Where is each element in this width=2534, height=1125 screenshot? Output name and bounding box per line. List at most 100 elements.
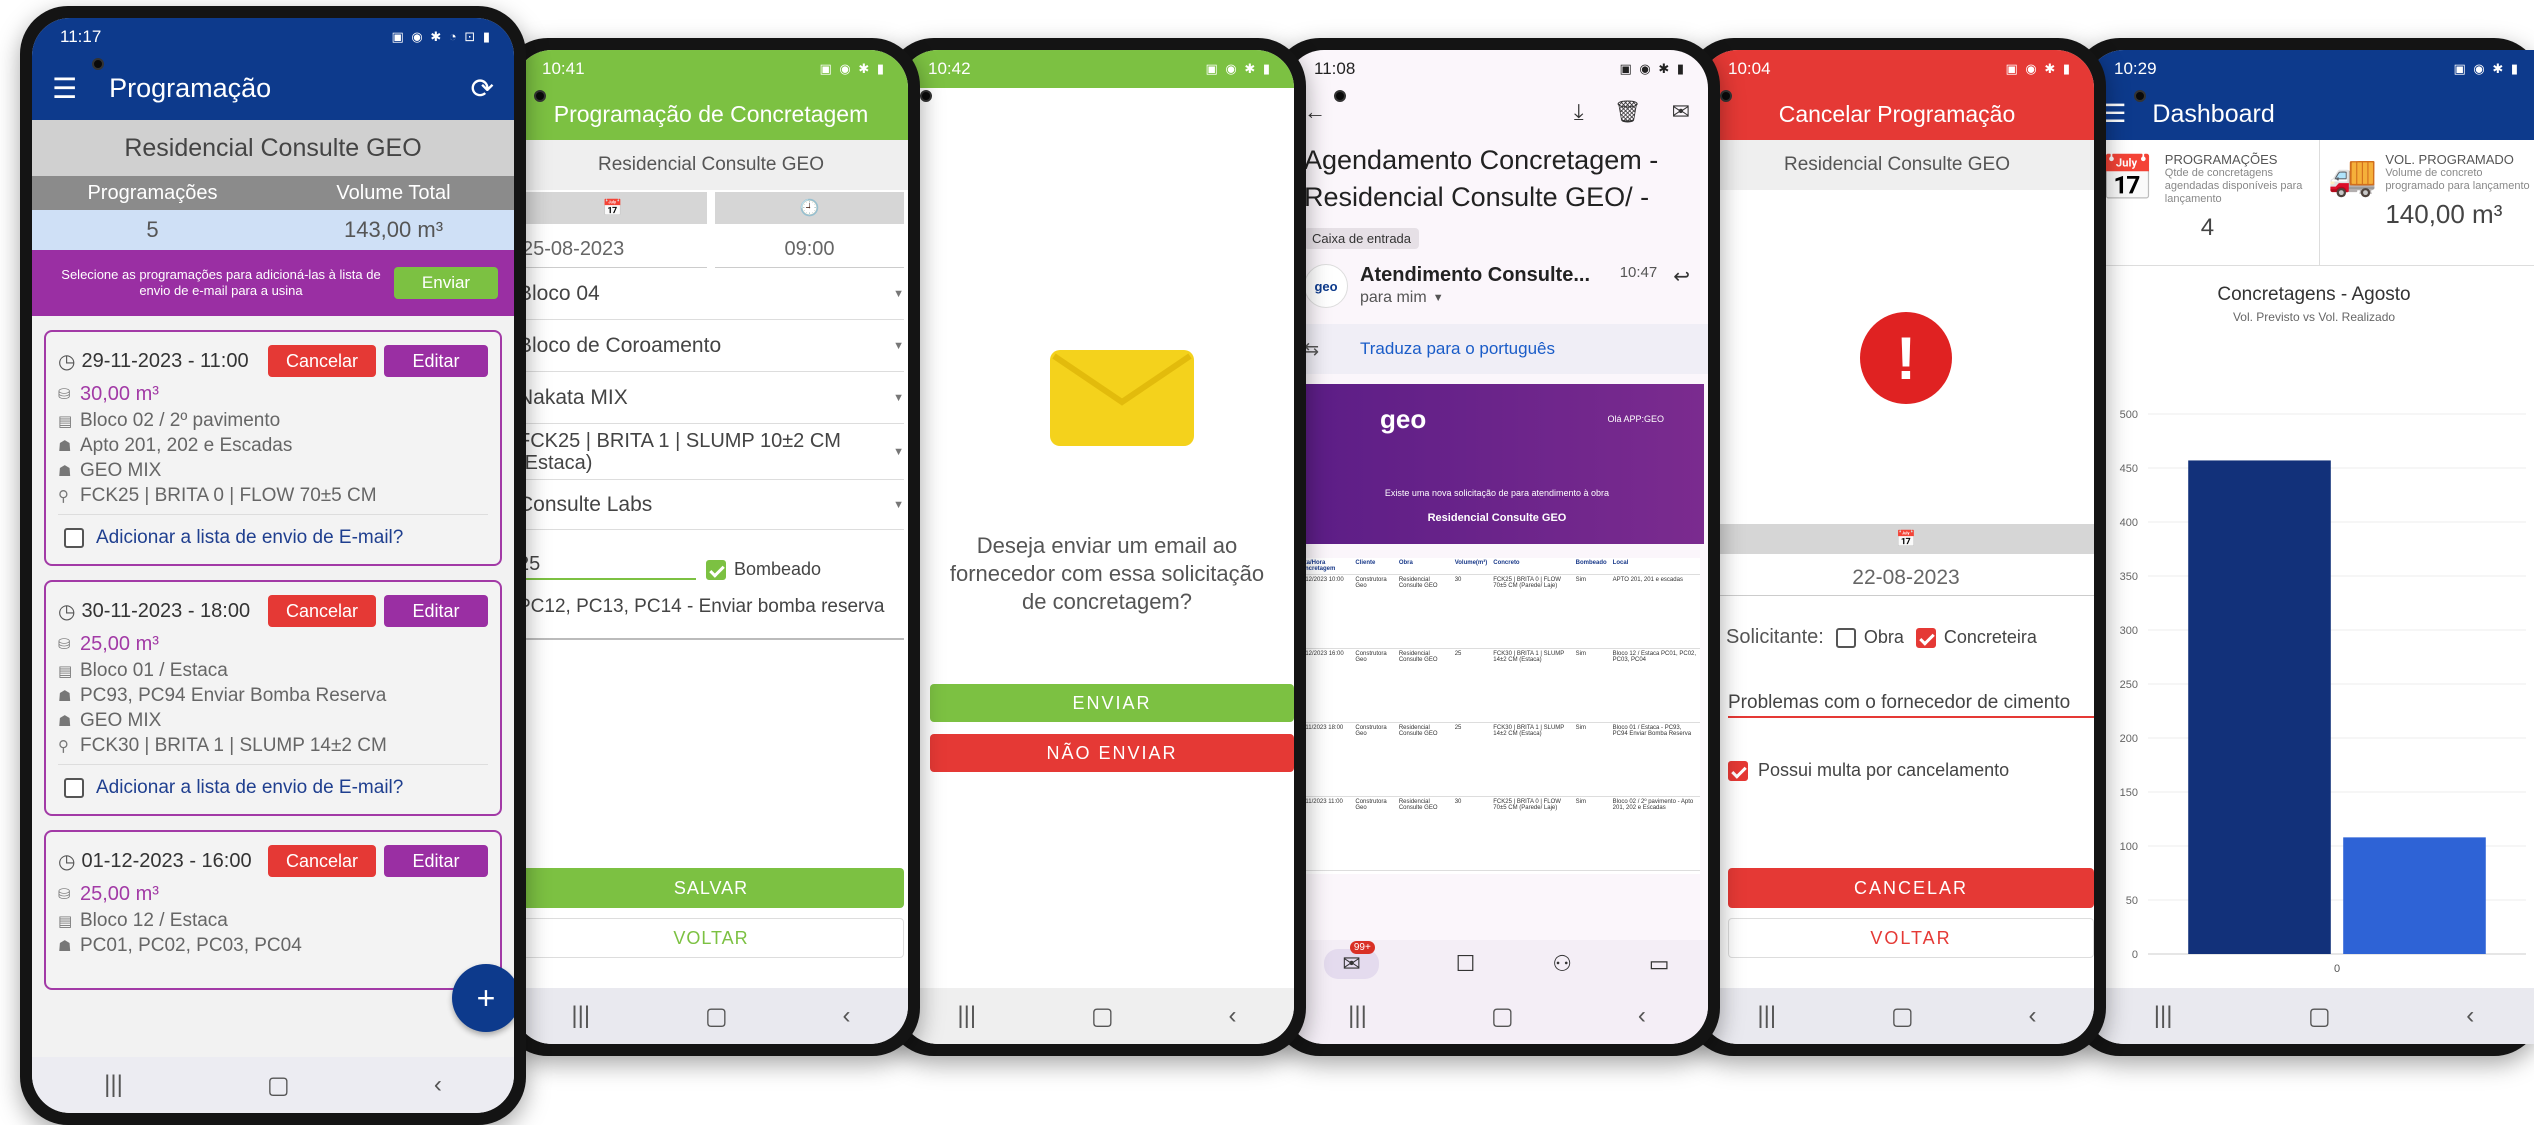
col-programacoes: Programações <box>87 181 218 204</box>
nav-recents-icon[interactable]: ||| <box>104 1071 123 1099</box>
nav-recents-icon[interactable]: ||| <box>1757 1002 1776 1030</box>
time-field[interactable]: 09:00 <box>715 232 904 268</box>
clock-icon[interactable]: 🕘 <box>715 192 904 224</box>
bloco-select[interactable]: Bloco 04 ▼ <box>518 268 904 320</box>
reply-icon[interactable]: ↩ <box>1673 264 1690 289</box>
x-tick-label: 0 <box>2334 963 2340 975</box>
nav-back-icon[interactable]: ‹ <box>434 1071 442 1099</box>
inbox-label[interactable]: Caixa de entrada <box>1304 228 1420 249</box>
table-cell: Construtora Geo <box>1352 796 1396 871</box>
fine-checkbox[interactable] <box>1728 760 1748 781</box>
recipient[interactable]: para mim <box>1360 289 1427 307</box>
card-edit-button[interactable]: Editar <box>384 345 488 377</box>
lab-value: Consulte Labs <box>518 492 653 516</box>
nav-back-icon[interactable]: ‹ <box>843 1002 851 1030</box>
cancel-date-field[interactable]: 22-08-2023 <box>1718 560 2094 596</box>
date-field[interactable]: 25-08-2023 <box>518 232 707 268</box>
volume-input[interactable]: 25 <box>518 551 696 580</box>
back-arrow-icon[interactable]: ← <box>1304 99 1552 125</box>
table-cell: Sim <box>1572 574 1610 649</box>
kpi-programacoes-title: PROGRAMAÇÕES <box>2164 152 2278 167</box>
nav-back-icon[interactable]: ‹ <box>2029 1002 2037 1030</box>
card-cancel-button[interactable]: Cancelar <box>268 595 376 627</box>
status-time: 10:04 <box>1728 59 1771 78</box>
video-icon[interactable]: ▭ <box>1649 951 1670 977</box>
page-title: Programação de Concretagem <box>514 88 908 140</box>
location-icon: ☗ <box>58 937 72 955</box>
nav-back-icon[interactable]: ‹ <box>1638 1002 1646 1030</box>
fine-label: Possui multa por cancelamento <box>1758 760 2010 780</box>
location-icon: ☗ <box>58 687 72 705</box>
card-edit-button[interactable]: Editar <box>384 595 488 627</box>
add-fab[interactable]: + <box>452 964 514 1032</box>
calendar-icon[interactable]: 📅 <box>518 192 707 224</box>
translate-link[interactable]: Traduza para o português <box>1360 339 1555 359</box>
menu-icon[interactable]: ☰ <box>52 72 77 105</box>
table-row: 05/12/2023 10:00 Construtora Geo Residenci… <box>1294 574 1700 649</box>
schedule-card: ◷ 30-11-2023 - 18:00 Cancelar Editar ⛁ 25,00 … <box>44 580 502 816</box>
building-icon: ▤ <box>58 912 73 930</box>
card-date: 30-11-2023 - 18:00 <box>81 599 251 622</box>
mail-tab-icon[interactable]: ✉ 99+ <box>1324 941 1379 979</box>
supplier-select[interactable]: Nakata MIX ▼ <box>518 372 904 424</box>
building-icon: ▤ <box>58 412 73 430</box>
kpi-programacoes-subtitle: Qtde de concretagens agendadas disponíve… <box>2164 167 2303 205</box>
clock-icon: ◷ <box>58 350 76 373</box>
lab-select[interactable]: Consulte Labs ▼ <box>518 480 904 530</box>
sender-name: Atendimento Consulte... <box>1360 264 1590 286</box>
card-cancel-button[interactable]: Cancelar <box>268 845 376 877</box>
status-icons: ▣ ◉ ✱ ▮ <box>2453 61 2520 76</box>
mail-icon[interactable]: ✉ <box>1672 99 1690 125</box>
nav-recents-icon[interactable]: ||| <box>571 1002 590 1030</box>
sent-time: 10:47 <box>1619 264 1658 281</box>
local-select[interactable]: Bloco de Coroamento ▼ <box>518 320 904 372</box>
nav-back-icon[interactable]: ‹ <box>2466 1002 2474 1030</box>
back-button[interactable]: VOLTAR <box>1728 918 2094 958</box>
table-cell: Residencial Consulte GEO <box>1395 722 1452 797</box>
nav-home-icon[interactable]: ▢ <box>705 1002 728 1031</box>
stage: 11:17 ▣ ◉ ✱ ◔ ⊡ ▮ ☰ Programação ⟳ Residen… <box>0 0 2534 1125</box>
chat-icon[interactable]: ☐ <box>1456 951 1476 977</box>
chevron-down-icon[interactable]: ▼ <box>1433 292 1444 304</box>
pumped-checkbox[interactable] <box>706 560 726 580</box>
add-email-checkbox[interactable] <box>64 527 84 548</box>
col-volume-total: Volume Total <box>336 181 451 204</box>
card-local: Bloco 02 / 2º pavimento <box>80 409 281 431</box>
observation-input[interactable]: PC12, PC13, PC14 - Enviar bomba reserva <box>518 596 904 640</box>
reason-input[interactable]: Problemas com o fornecedor de cimento <box>1728 692 2094 718</box>
archive-icon[interactable]: ⤓ <box>1574 99 1584 125</box>
calendar-icon[interactable]: 📅 <box>1718 524 2094 554</box>
nav-home-icon[interactable]: ▢ <box>1091 1002 1114 1031</box>
concreteira-checkbox[interactable] <box>1915 627 1936 648</box>
nav-home-icon[interactable]: ▢ <box>2308 1002 2331 1031</box>
card-edit-button[interactable]: Editar <box>384 845 488 877</box>
nav-recents-icon[interactable]: ||| <box>1348 1002 1367 1030</box>
dont-send-button[interactable]: NÃO ENVIAR <box>930 734 1294 772</box>
table-cell: 25 <box>1451 648 1491 723</box>
back-button[interactable]: VOLTAR <box>518 918 904 958</box>
add-email-checkbox[interactable] <box>64 777 84 798</box>
nav-home-icon[interactable]: ▢ <box>267 1071 290 1100</box>
nav-recents-icon[interactable]: ||| <box>2154 1002 2173 1030</box>
nav-recents-icon[interactable]: ||| <box>957 1002 976 1030</box>
phone-gmail: 11:08 ▣ ◉ ✱ ▮ ← ⤓ 🗑 ✉ Agendamento Concret… <box>1272 38 1720 1056</box>
menu-icon[interactable]: ☰ <box>2104 99 2126 129</box>
send-email-button[interactable]: ENVIAR <box>930 684 1294 722</box>
save-button[interactable]: SALVAR <box>518 868 904 908</box>
status-icons: ▣ ◉ ✱ ▮ <box>2005 61 2072 76</box>
send-button[interactable]: Enviar <box>394 267 498 299</box>
status-time: 11:08 <box>1314 59 1356 78</box>
spaces-icon[interactable]: ⚇ <box>1552 951 1572 977</box>
refresh-icon[interactable]: ⟳ <box>471 72 494 105</box>
trace-select[interactable]: FCK25 | BRITA 1 | SLUMP 10±2 CM (Estaca)… <box>518 424 904 480</box>
page-title: Programação <box>109 72 272 103</box>
card-cancel-button[interactable]: Cancelar <box>268 345 376 377</box>
obra-checkbox[interactable] <box>1835 627 1856 648</box>
delete-icon[interactable]: 🗑 <box>1614 99 1642 125</box>
nav-back-icon[interactable]: ‹ <box>1229 1002 1237 1030</box>
nav-home-icon[interactable]: ▢ <box>1491 1002 1514 1031</box>
avatar: geo <box>1304 264 1348 308</box>
requester-label: Solicitante: <box>1726 626 1824 648</box>
cancel-schedule-button[interactable]: CANCELAR <box>1728 868 2094 908</box>
nav-home-icon[interactable]: ▢ <box>1891 1002 1914 1031</box>
